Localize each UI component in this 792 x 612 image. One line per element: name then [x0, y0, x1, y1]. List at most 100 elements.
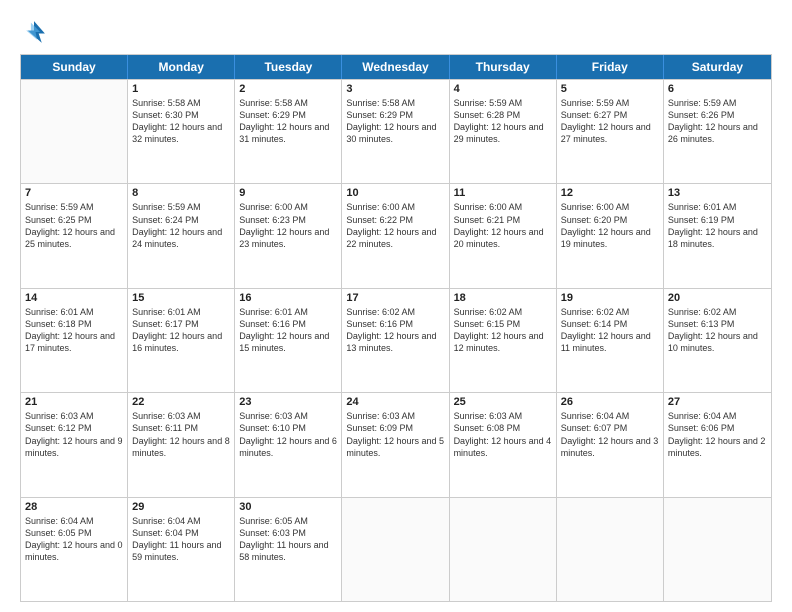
day-info: Sunrise: 6:03 AMSunset: 6:09 PMDaylight:…	[346, 410, 444, 459]
day-info: Sunrise: 6:02 AMSunset: 6:13 PMDaylight:…	[668, 306, 767, 355]
day-info: Sunrise: 6:01 AMSunset: 6:16 PMDaylight:…	[239, 306, 337, 355]
calendar-cell	[450, 498, 557, 601]
calendar-cell: 28 Sunrise: 6:04 AMSunset: 6:05 PMDayligh…	[21, 498, 128, 601]
calendar-cell: 11 Sunrise: 6:00 AMSunset: 6:21 PMDayligh…	[450, 184, 557, 287]
calendar-cell: 1 Sunrise: 5:58 AMSunset: 6:30 PMDaylight…	[128, 80, 235, 183]
day-number: 23	[239, 396, 337, 408]
day-info: Sunrise: 6:05 AMSunset: 6:03 PMDaylight:…	[239, 515, 337, 564]
calendar-cell: 15Sunrise: 6:01 AMSunset: 6:17 PMDayligh…	[128, 289, 235, 392]
day-info: Sunrise: 6:01 AMSunset: 6:18 PMDaylight:…	[25, 306, 123, 355]
calendar-cell	[21, 80, 128, 183]
day-info: Sunrise: 6:00 AMSunset: 6:23 PMDaylight:…	[239, 201, 337, 250]
calendar-cell: 26 Sunrise: 6:04 AMSunset: 6:07 PMDayligh…	[557, 393, 664, 496]
day-number: 14	[25, 292, 123, 304]
calendar-cell: 25 Sunrise: 6:03 AMSunset: 6:08 PMDayligh…	[450, 393, 557, 496]
calendar-cell: 8 Sunrise: 5:59 AMSunset: 6:24 PMDaylight…	[128, 184, 235, 287]
calendar-cell: 3 Sunrise: 5:58 AMSunset: 6:29 PMDaylight…	[342, 80, 449, 183]
day-info: Sunrise: 6:04 AMSunset: 6:05 PMDaylight:…	[25, 515, 123, 564]
calendar-cell: 20 Sunrise: 6:02 AMSunset: 6:13 PMDayligh…	[664, 289, 771, 392]
calendar-cell: 12Sunrise: 6:00 AMSunset: 6:20 PMDayligh…	[557, 184, 664, 287]
day-info: Sunrise: 5:58 AMSunset: 6:29 PMDaylight:…	[239, 97, 337, 146]
weekday-header: Tuesday	[235, 55, 342, 79]
calendar-header-row: SundayMondayTuesdayWednesdayThursdayFrid…	[21, 55, 771, 79]
day-number: 11	[454, 187, 552, 199]
day-number: 19	[561, 292, 659, 304]
calendar-row: 7Sunrise: 5:59 AMSunset: 6:25 PMDaylight…	[21, 183, 771, 287]
day-number: 4	[454, 83, 552, 95]
calendar-cell: 16 Sunrise: 6:01 AMSunset: 6:16 PMDayligh…	[235, 289, 342, 392]
calendar-cell: 27 Sunrise: 6:04 AMSunset: 6:06 PMDayligh…	[664, 393, 771, 496]
day-info: Sunrise: 5:59 AMSunset: 6:27 PMDaylight:…	[561, 97, 659, 146]
day-number: 2	[239, 83, 337, 95]
day-info: Sunrise: 6:04 AMSunset: 6:06 PMDaylight:…	[668, 410, 767, 459]
calendar-cell: 2 Sunrise: 5:58 AMSunset: 6:29 PMDaylight…	[235, 80, 342, 183]
calendar-cell: 5 Sunrise: 5:59 AMSunset: 6:27 PMDaylight…	[557, 80, 664, 183]
day-info: Sunrise: 5:58 AMSunset: 6:30 PMDaylight:…	[132, 97, 230, 146]
weekday-header: Thursday	[450, 55, 557, 79]
day-info: Sunrise: 6:03 AMSunset: 6:10 PMDaylight:…	[239, 410, 337, 459]
day-info: Sunrise: 6:03 AMSunset: 6:11 PMDaylight:…	[132, 410, 230, 459]
day-number: 26	[561, 396, 659, 408]
day-info: Sunrise: 5:59 AMSunset: 6:24 PMDaylight:…	[132, 201, 230, 250]
day-number: 25	[454, 396, 552, 408]
page: SundayMondayTuesdayWednesdayThursdayFrid…	[0, 0, 792, 612]
day-number: 16	[239, 292, 337, 304]
day-number: 29	[132, 501, 230, 513]
day-info: Sunrise: 6:03 AMSunset: 6:12 PMDaylight:…	[25, 410, 123, 459]
calendar-row: 1 Sunrise: 5:58 AMSunset: 6:30 PMDaylight…	[21, 79, 771, 183]
day-number: 20	[668, 292, 767, 304]
day-info: Sunrise: 6:02 AMSunset: 6:16 PMDaylight:…	[346, 306, 444, 355]
day-number: 18	[454, 292, 552, 304]
day-number: 12	[561, 187, 659, 199]
calendar-cell: 22 Sunrise: 6:03 AMSunset: 6:11 PMDayligh…	[128, 393, 235, 496]
day-info: Sunrise: 6:00 AMSunset: 6:22 PMDaylight:…	[346, 201, 444, 250]
calendar-body: 1 Sunrise: 5:58 AMSunset: 6:30 PMDaylight…	[21, 79, 771, 601]
day-info: Sunrise: 6:00 AMSunset: 6:21 PMDaylight:…	[454, 201, 552, 250]
calendar-row: 21 Sunrise: 6:03 AMSunset: 6:12 PMDayligh…	[21, 392, 771, 496]
logo	[20, 18, 52, 46]
day-info: Sunrise: 6:04 AMSunset: 6:04 PMDaylight:…	[132, 515, 230, 564]
weekday-header: Wednesday	[342, 55, 449, 79]
day-info: Sunrise: 5:58 AMSunset: 6:29 PMDaylight:…	[346, 97, 444, 146]
calendar-cell	[342, 498, 449, 601]
calendar-cell: 24 Sunrise: 6:03 AMSunset: 6:09 PMDayligh…	[342, 393, 449, 496]
weekday-header: Saturday	[664, 55, 771, 79]
day-number: 27	[668, 396, 767, 408]
day-number: 22	[132, 396, 230, 408]
day-number: 9	[239, 187, 337, 199]
weekday-header: Sunday	[21, 55, 128, 79]
weekday-header: Friday	[557, 55, 664, 79]
logo-icon	[20, 18, 48, 46]
day-info: Sunrise: 6:02 AMSunset: 6:14 PMDaylight:…	[561, 306, 659, 355]
calendar-cell	[664, 498, 771, 601]
day-info: Sunrise: 5:59 AMSunset: 6:25 PMDaylight:…	[25, 201, 123, 250]
day-number: 30	[239, 501, 337, 513]
day-number: 1	[132, 83, 230, 95]
day-number: 17	[346, 292, 444, 304]
calendar-cell: 9 Sunrise: 6:00 AMSunset: 6:23 PMDaylight…	[235, 184, 342, 287]
calendar-cell: 30 Sunrise: 6:05 AMSunset: 6:03 PMDayligh…	[235, 498, 342, 601]
day-info: Sunrise: 6:04 AMSunset: 6:07 PMDaylight:…	[561, 410, 659, 459]
calendar-cell: 21 Sunrise: 6:03 AMSunset: 6:12 PMDayligh…	[21, 393, 128, 496]
day-info: Sunrise: 6:02 AMSunset: 6:15 PMDaylight:…	[454, 306, 552, 355]
day-number: 8	[132, 187, 230, 199]
header	[20, 18, 772, 46]
calendar-cell: 23 Sunrise: 6:03 AMSunset: 6:10 PMDayligh…	[235, 393, 342, 496]
calendar-cell: 6 Sunrise: 5:59 AMSunset: 6:26 PMDaylight…	[664, 80, 771, 183]
day-number: 5	[561, 83, 659, 95]
day-info: Sunrise: 6:01 AMSunset: 6:19 PMDaylight:…	[668, 201, 767, 250]
day-info: Sunrise: 5:59 AMSunset: 6:26 PMDaylight:…	[668, 97, 767, 146]
calendar-cell: 18 Sunrise: 6:02 AMSunset: 6:15 PMDayligh…	[450, 289, 557, 392]
calendar-cell: 17 Sunrise: 6:02 AMSunset: 6:16 PMDayligh…	[342, 289, 449, 392]
calendar-cell: 10Sunrise: 6:00 AMSunset: 6:22 PMDayligh…	[342, 184, 449, 287]
day-number: 24	[346, 396, 444, 408]
day-number: 28	[25, 501, 123, 513]
day-info: Sunrise: 5:59 AMSunset: 6:28 PMDaylight:…	[454, 97, 552, 146]
calendar-cell: 19 Sunrise: 6:02 AMSunset: 6:14 PMDayligh…	[557, 289, 664, 392]
day-info: Sunrise: 6:03 AMSunset: 6:08 PMDaylight:…	[454, 410, 552, 459]
day-number: 21	[25, 396, 123, 408]
calendar-cell: 13Sunrise: 6:01 AMSunset: 6:19 PMDayligh…	[664, 184, 771, 287]
day-number: 6	[668, 83, 767, 95]
day-number: 3	[346, 83, 444, 95]
calendar-cell: 7Sunrise: 5:59 AMSunset: 6:25 PMDaylight…	[21, 184, 128, 287]
